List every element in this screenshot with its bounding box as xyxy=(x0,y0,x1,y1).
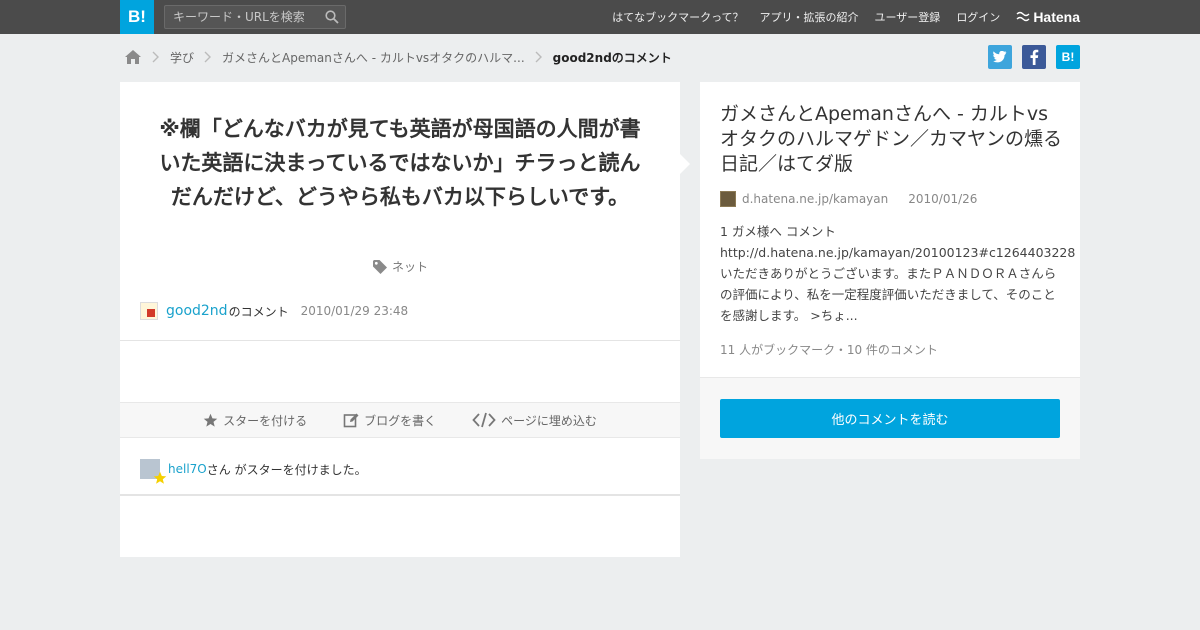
comment-tag[interactable]: ネット xyxy=(120,258,680,275)
hatena-bookmark-logo[interactable]: B! xyxy=(120,0,154,34)
site-favicon xyxy=(720,191,736,207)
breadcrumb-category[interactable]: 学び xyxy=(170,49,194,66)
entry-card: ガメさんとApemanさんへ - カルトvsオタクのハルマゲドン／カマヤンの燻る… xyxy=(700,82,1080,459)
comment-author-row: good2nd のコメント 2010/01/29 23:48 xyxy=(140,302,408,320)
entry-domain-link[interactable]: d.hatena.ne.jp/kamayan xyxy=(742,192,888,206)
star-icon xyxy=(203,413,218,427)
yellow-star-icon xyxy=(153,471,167,484)
user-avatar[interactable] xyxy=(140,302,158,320)
embed-button[interactable]: ページに埋め込む xyxy=(472,412,597,429)
breadcrumb-current: good2ndのコメント xyxy=(552,50,672,65)
entry-date: 2010/01/26 xyxy=(908,192,978,206)
chevron-right-icon xyxy=(152,51,159,63)
action-bar: スターを付ける ブログを書く ページに埋め込む xyxy=(120,402,680,438)
tag-label: ネット xyxy=(391,260,428,274)
nav-register[interactable]: ユーザー登録 xyxy=(875,9,941,25)
card-pointer xyxy=(680,154,690,174)
divider xyxy=(120,340,680,341)
entry-title-link[interactable]: ガメさんとApemanさんへ - カルトvsオタクのハルマゲドン／カマヤンの燻る… xyxy=(720,102,1062,177)
facebook-icon xyxy=(1030,49,1039,65)
divider xyxy=(120,494,680,496)
comment-date: 2010/01/29 23:48 xyxy=(300,304,409,318)
search-box[interactable] xyxy=(164,5,346,29)
search-icon[interactable] xyxy=(325,10,339,24)
comment-card: ※欄「どんなバカが見ても英語が母国語の人間が書いた英語に決まっているではないか」… xyxy=(120,82,690,557)
entry-meta: d.hatena.ne.jp/kamayan 2010/01/26 xyxy=(720,191,977,207)
nav-about[interactable]: はてなブックマークって？ xyxy=(612,9,743,25)
twitter-share-button[interactable] xyxy=(988,45,1012,69)
hatena-brand-label: Hatena xyxy=(1033,9,1080,25)
nav-apps[interactable]: アプリ・拡張の紹介 xyxy=(760,9,859,25)
share-buttons: B! xyxy=(978,45,1080,69)
chevron-right-icon xyxy=(535,51,542,63)
top-bar: B! はてなブックマークって？ アプリ・拡張の紹介 ユーザー登録 ログイン Ha… xyxy=(0,0,1200,34)
edit-icon xyxy=(343,413,359,428)
tag-icon xyxy=(372,259,387,274)
hatena-brand-link[interactable]: Hatena xyxy=(1016,9,1080,25)
facebook-share-button[interactable] xyxy=(1022,45,1046,69)
hatena-bookmark-share-button[interactable]: B! xyxy=(1056,45,1080,69)
entry-summary-text: 1 ガメ様へ コメント http://d.hatena.ne.jp/kamaya… xyxy=(720,224,1076,323)
entry-summary-box: ガメさんとApemanさんへ - カルトvsオタクのハルマゲドン／カマヤンの燻る… xyxy=(700,82,1080,378)
chevron-right-icon xyxy=(204,51,212,63)
nav-login[interactable]: ログイン xyxy=(956,9,1000,25)
add-star-label: スターを付ける xyxy=(223,413,308,428)
write-blog-label: ブログを書く xyxy=(364,413,437,428)
hatena-mark-icon xyxy=(1016,11,1030,22)
star-notice-text: さん がスターを付けました。 xyxy=(206,462,367,477)
user-suffix: のコメント xyxy=(228,304,289,319)
twitter-icon xyxy=(993,51,1007,63)
home-icon[interactable] xyxy=(124,49,142,65)
entry-stats[interactable]: 11 人がブックマーク・10 件のコメント xyxy=(720,341,938,358)
search-input[interactable] xyxy=(165,6,315,28)
star-user-avatar[interactable] xyxy=(140,459,167,484)
star-user-link[interactable]: hell7O xyxy=(168,462,207,476)
write-blog-button[interactable]: ブログを書く xyxy=(343,412,436,429)
code-icon xyxy=(472,412,496,428)
add-star-button[interactable]: スターを付ける xyxy=(203,412,307,429)
read-more-comments-button[interactable]: 他のコメントを読む xyxy=(720,399,1060,438)
star-notice: hell7O さん がスターを付けました。 xyxy=(140,459,367,484)
embed-label: ページに埋め込む xyxy=(501,413,597,428)
breadcrumb-entry[interactable]: ガメさんとApemanさんへ - カルトvsオタクのハルマ... xyxy=(222,49,525,66)
breadcrumb: 学び ガメさんとApemanさんへ - カルトvsオタクのハルマ... good… xyxy=(124,46,672,68)
top-nav: はてなブックマークって？ アプリ・拡張の紹介 ユーザー登録 ログイン Haten… xyxy=(596,0,1080,34)
user-name-link[interactable]: good2nd xyxy=(166,303,228,319)
comment-text: ※欄「どんなバカが見ても英語が母国語の人間が書いた英語に決まっているではないか」… xyxy=(159,117,641,209)
